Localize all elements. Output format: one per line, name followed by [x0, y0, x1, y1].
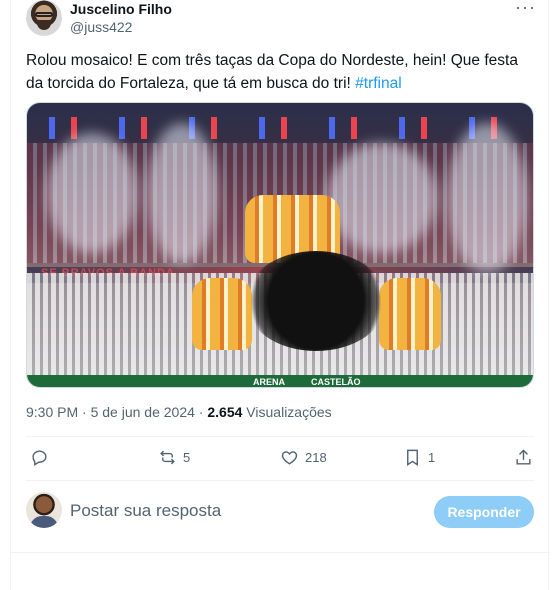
avatar-beard — [37, 20, 51, 30]
tweet-text: Rolou mosaico! E com três taças da Copa … — [26, 49, 536, 95]
dark-smoke — [245, 251, 387, 351]
smoke-cloud — [47, 133, 137, 253]
more-options-icon[interactable]: ··· — [515, 0, 536, 16]
tweet-header: Juscelino Filho @juss422 ··· — [26, 0, 536, 40]
tweet-body: Rolou mosaico! E com três taças da Copa … — [26, 52, 518, 92]
reply-icon — [32, 450, 47, 466]
bookmark-count: 1 — [428, 450, 436, 465]
like-button[interactable]: 218 — [280, 448, 327, 467]
user-avatar[interactable] — [26, 492, 62, 528]
avatar-glasses — [35, 12, 53, 17]
signage-castelao: CASTELÃO — [307, 377, 365, 387]
meta-separator: · — [78, 404, 91, 420]
trophy-mosaic-right — [379, 278, 441, 350]
retweet-icon — [160, 450, 175, 465]
author-handle[interactable]: @juss422 — [70, 19, 132, 35]
smoke-cloud — [447, 123, 527, 273]
reply-button[interactable] — [30, 448, 55, 467]
reply-composer: Postar sua resposta Responder — [26, 492, 534, 532]
action-bar: 5 218 1 — [26, 444, 534, 474]
avatar-shirt — [30, 516, 58, 528]
smoke-cloud — [327, 143, 437, 253]
share-icon — [516, 449, 531, 465]
smoke-cloud — [147, 123, 217, 263]
like-count: 218 — [305, 450, 327, 465]
retweet-count: 5 — [183, 450, 191, 465]
views-count: 2.654 — [207, 404, 243, 420]
tweet-date[interactable]: 5 de jun de 2024 — [91, 404, 195, 420]
tweet-media-image[interactable]: SE BRAVOS A BANDA ARENA CASTELÃO — [26, 102, 534, 388]
meta-separator: · — [194, 404, 208, 420]
retweet-button[interactable]: 5 — [158, 448, 190, 467]
tweet-card: Juscelino Filho @juss422 ··· Rolou mosai… — [10, 0, 550, 590]
views-label: Visualizações — [242, 404, 332, 420]
divider — [11, 552, 550, 553]
reply-input[interactable]: Postar sua resposta — [70, 501, 221, 521]
bookmark-icon — [407, 449, 418, 466]
author-avatar[interactable] — [26, 0, 62, 36]
signage-arena: ARENA — [249, 377, 290, 387]
heart-icon — [281, 451, 298, 465]
bookmark-button[interactable]: 1 — [403, 448, 435, 467]
divider — [26, 480, 534, 481]
tweet-meta: 9:30 PM · 5 de jun de 2024 · 2.654 Visua… — [26, 404, 332, 420]
trophy-mosaic-left — [192, 278, 252, 350]
hashtag-link[interactable]: #trfinal — [355, 75, 402, 92]
tweet-time[interactable]: 9:30 PM — [26, 404, 78, 420]
divider — [26, 436, 534, 437]
reply-submit-button[interactable]: Responder — [434, 496, 534, 528]
share-button[interactable] — [514, 448, 533, 467]
author-name[interactable]: Juscelino Filho — [70, 1, 172, 17]
